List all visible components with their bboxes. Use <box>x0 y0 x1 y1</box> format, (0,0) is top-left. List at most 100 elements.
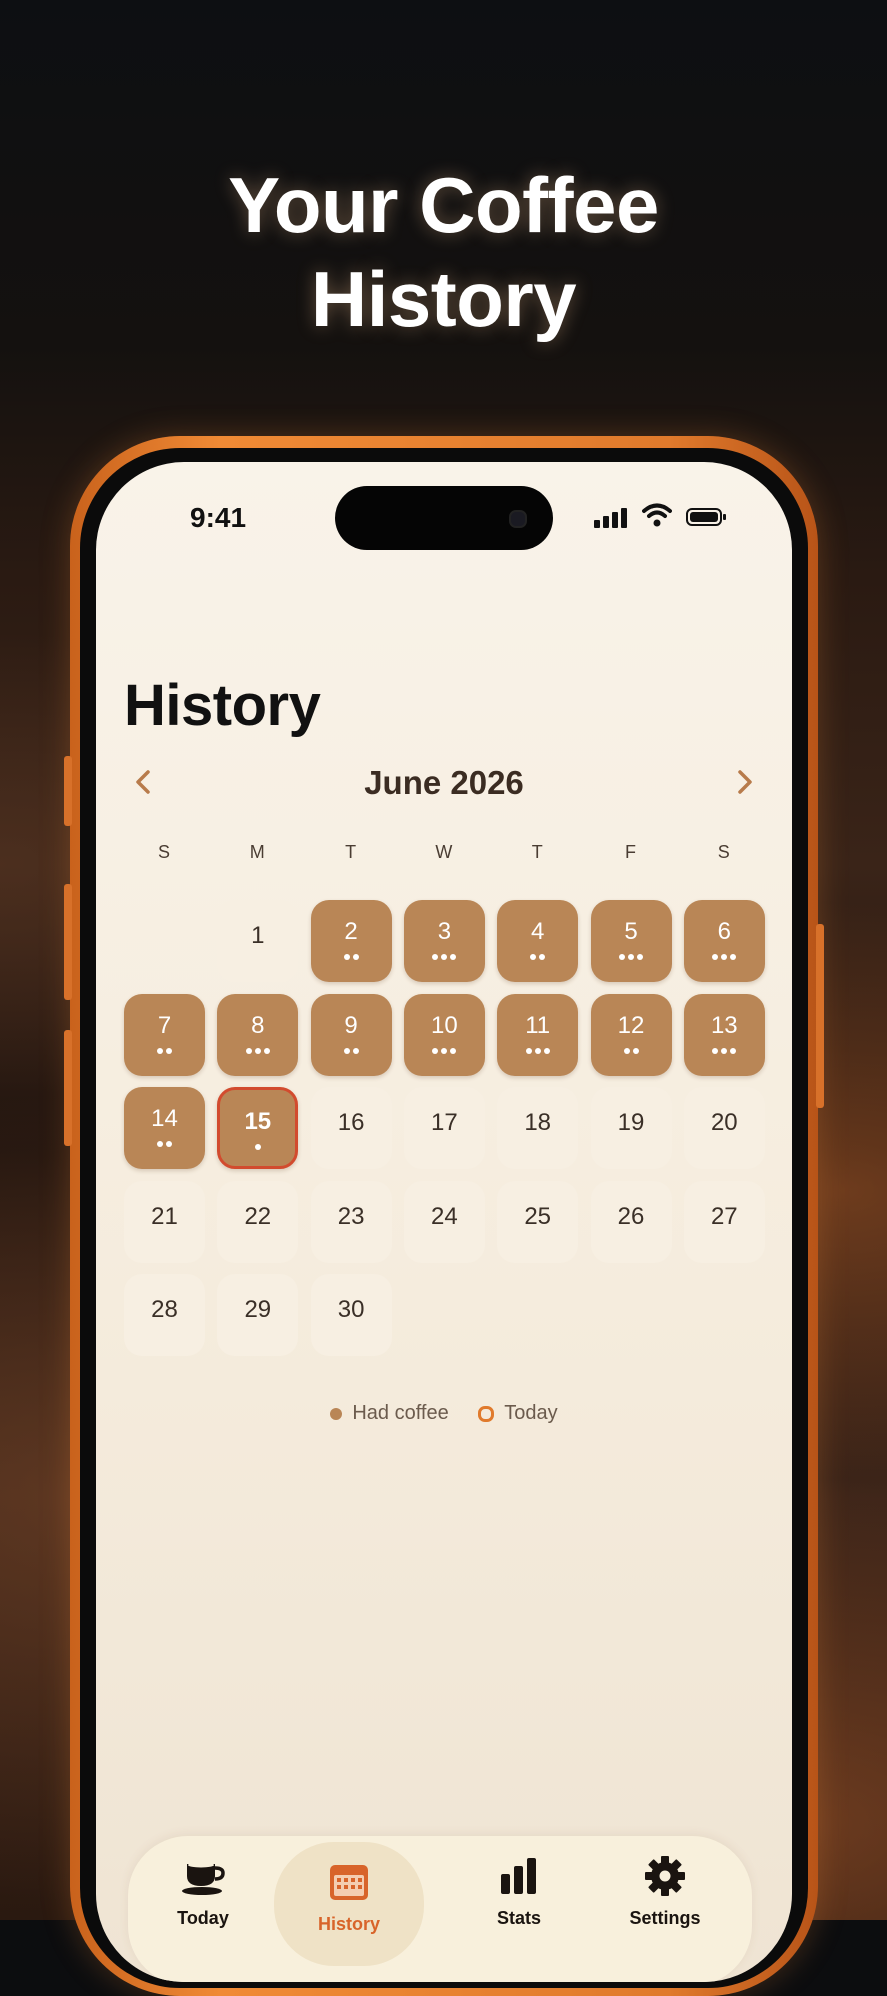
calendar-day[interactable]: 9 <box>310 993 392 1076</box>
headline: Your Coffee History <box>0 158 887 346</box>
bar-chart-icon <box>501 1858 536 1894</box>
coffee-dot-icon <box>166 1047 172 1054</box>
coffee-dot-icon <box>534 1047 541 1054</box>
calendar-day[interactable]: 27 <box>683 1180 765 1263</box>
coffee-dot-icon <box>628 954 634 960</box>
coffee-dot-icon <box>623 1047 630 1054</box>
coffee-count-dots <box>684 1047 765 1056</box>
status-time: 9:41 <box>190 502 247 533</box>
calendar-day[interactable]: 6 <box>683 900 765 982</box>
filled-dot-icon <box>330 1407 343 1420</box>
coffee-dot-icon <box>712 1047 719 1054</box>
calendar-day[interactable]: 11 <box>497 993 579 1076</box>
coffee-dot-icon <box>450 954 457 960</box>
calendar-day[interactable]: 25 <box>497 1180 579 1263</box>
coffee-dot-icon <box>712 954 719 960</box>
wifi-icon <box>642 503 672 527</box>
day-number: 30 <box>337 1296 365 1323</box>
calendar-day[interactable]: 3 <box>403 900 485 982</box>
calendar-day[interactable]: 26 <box>590 1180 672 1263</box>
tab-today-label: Today <box>177 1908 229 1928</box>
calendar-day[interactable]: 7 <box>124 993 205 1076</box>
calendar-day-today[interactable]: 15 <box>217 1087 299 1169</box>
coffee-dot-icon <box>721 1047 728 1054</box>
calendar-day[interactable]: 24 <box>403 1180 485 1263</box>
coffee-dot-icon <box>441 954 448 960</box>
day-number: 29 <box>244 1296 272 1323</box>
legend-had-coffee-label: Had coffee <box>352 1402 449 1425</box>
coffee-dot-icon <box>263 1047 270 1054</box>
calendar-day[interactable]: 10 <box>403 993 485 1076</box>
day-number: 10 <box>431 1011 458 1039</box>
tab-settings[interactable]: Settings <box>590 1836 740 1966</box>
calendar-day[interactable]: 22 <box>217 1180 299 1263</box>
phone-action-button <box>64 756 72 826</box>
day-number: 12 <box>617 1011 645 1039</box>
calendar-day[interactable]: 13 <box>683 993 765 1076</box>
coffee-count-dots <box>311 954 392 962</box>
calendar-day[interactable]: 28 <box>124 1274 205 1356</box>
weekday-header: SMTWTFS <box>124 842 764 872</box>
day-number: 16 <box>337 1109 365 1136</box>
legend-had-coffee: Had coffee <box>330 1402 449 1425</box>
calendar-day[interactable]: 1 <box>217 900 299 982</box>
calendar-day[interactable]: 4 <box>497 900 579 982</box>
calendar-day[interactable]: 2 <box>310 900 392 982</box>
coffee-count-dots <box>404 1047 485 1056</box>
coffee-dot-icon <box>245 1047 252 1054</box>
weekday-label: M <box>249 842 265 862</box>
coffee-dot-icon <box>637 954 643 960</box>
coffee-dot-icon <box>343 1047 350 1054</box>
calendar-day[interactable]: 17 <box>403 1087 485 1169</box>
day-number: 7 <box>157 1011 172 1039</box>
coffee-dot-icon <box>432 1047 439 1054</box>
dynamic-island <box>335 486 553 550</box>
coffee-dot-icon <box>441 1047 448 1054</box>
coffee-dot-icon <box>157 1047 163 1054</box>
coffee-count-dots <box>591 1047 672 1056</box>
coffee-dot-icon <box>254 1144 261 1150</box>
headline-line-1: Your Coffee <box>228 161 659 249</box>
day-number: 19 <box>617 1109 645 1136</box>
day-number: 6 <box>717 918 731 945</box>
day-number: 23 <box>337 1202 365 1230</box>
day-number: 9 <box>344 1011 358 1039</box>
tab-bar: Today History Stats Settings <box>128 1836 752 1982</box>
tab-stats[interactable]: Stats <box>444 1836 594 1966</box>
phone-volume-down-button <box>64 1030 72 1146</box>
battery-icon <box>686 508 726 526</box>
cellular-signal-icon <box>594 506 632 528</box>
tab-history[interactable]: History <box>274 1842 424 1966</box>
day-number: 24 <box>431 1202 458 1230</box>
calendar-day[interactable]: 18 <box>497 1087 579 1169</box>
coffee-count-dots <box>684 954 765 962</box>
month-label: June 2026 <box>364 764 524 801</box>
calendar-day[interactable]: 14 <box>124 1087 205 1169</box>
legend-today: Today <box>478 1402 558 1425</box>
tab-today[interactable]: Today <box>128 1836 278 1966</box>
calendar-day[interactable]: 5 <box>590 900 672 982</box>
calendar-day[interactable]: 30 <box>310 1274 392 1356</box>
phone-volume-up-button <box>64 884 72 1000</box>
app-screen: 9:41 History June 2026 S M T W T F S 1 2… <box>96 462 792 1982</box>
day-number: 13 <box>710 1011 738 1039</box>
coffee-dot-icon <box>730 1047 737 1054</box>
calendar-day[interactable]: 19 <box>590 1087 672 1169</box>
coffee-dot-icon <box>166 1141 172 1147</box>
calendar-day[interactable]: 20 <box>683 1087 765 1169</box>
coffee-count-dots <box>311 1047 392 1056</box>
coffee-count-dots <box>124 1141 205 1149</box>
calendar-day[interactable]: 16 <box>310 1087 392 1169</box>
day-number: 14 <box>151 1105 178 1132</box>
coffee-cup-icon <box>182 1862 225 1895</box>
next-month-button[interactable] <box>724 762 764 802</box>
calendar-day[interactable]: 8 <box>217 993 299 1076</box>
calendar-day[interactable]: 23 <box>310 1180 392 1263</box>
coffee-count-dots <box>497 954 578 962</box>
phone-power-button <box>816 924 824 1108</box>
calendar-day[interactable]: 21 <box>124 1180 205 1263</box>
calendar-day[interactable]: 29 <box>217 1274 299 1356</box>
day-number: 17 <box>431 1109 458 1136</box>
coffee-dot-icon <box>632 1047 639 1054</box>
calendar-day[interactable]: 12 <box>590 993 672 1076</box>
